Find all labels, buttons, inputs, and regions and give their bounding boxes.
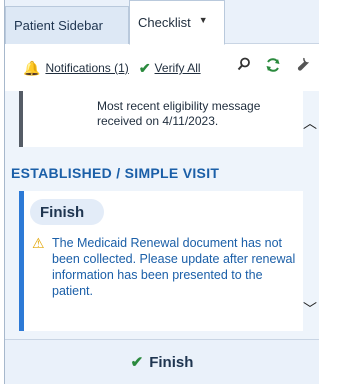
chevron-down-icon[interactable]: ﹀: [303, 299, 317, 319]
refresh-icon[interactable]: [265, 57, 281, 78]
finish-pill: Finish: [30, 199, 104, 225]
chevron-up-icon[interactable]: ︿: [303, 113, 317, 133]
tab-label: Checklist: [138, 15, 191, 30]
tab-patient-sidebar[interactable]: Patient Sidebar: [5, 6, 129, 44]
wrench-icon[interactable]: [295, 57, 310, 78]
eligibility-message: Most recent eligibility message received…: [97, 99, 261, 128]
finish-button-label: Finish: [149, 353, 194, 371]
section-title: ESTABLISHED / SIMPLE VISIT: [11, 165, 220, 181]
tab-label: Patient Sidebar: [14, 18, 103, 33]
tab-checklist[interactable]: Checklist ▼: [129, 0, 225, 45]
warning-icon: ⚠: [32, 235, 45, 251]
eligibility-message-card: Most recent eligibility message received…: [19, 91, 305, 147]
verify-all-label: Verify All: [154, 61, 201, 75]
notifications-label: Notifications (1): [45, 61, 129, 75]
checklist-content[interactable]: Most recent eligibility message received…: [5, 91, 319, 339]
finish-button[interactable]: ✔ Finish: [5, 339, 319, 384]
warning-message: The Medicaid Renewal document has not be…: [52, 236, 296, 298]
checkmark-icon: ✔: [130, 354, 144, 371]
finish-card: Finish ⚠ The Medicaid Renewal document h…: [19, 191, 305, 331]
bell-icon: 🔔: [23, 59, 41, 76]
notifications-button[interactable]: 🔔 Notifications (1): [23, 60, 129, 77]
scrollbar[interactable]: ︿ ﹀: [303, 91, 319, 339]
sidebar-panel: Patient Sidebar Checklist ▼ 🔔 Notificati…: [4, 0, 319, 384]
toolbar-icons: [237, 57, 310, 78]
search-icon[interactable]: [237, 57, 251, 78]
checkmark-icon: ✔: [138, 59, 151, 76]
tab-bar: Patient Sidebar Checklist ▼: [5, 0, 319, 45]
verify-all-button[interactable]: ✔ Verify All: [139, 60, 201, 77]
toolbar: 🔔 Notifications (1) ✔ Verify All: [5, 45, 319, 91]
chevron-down-icon[interactable]: ▼: [199, 15, 208, 25]
